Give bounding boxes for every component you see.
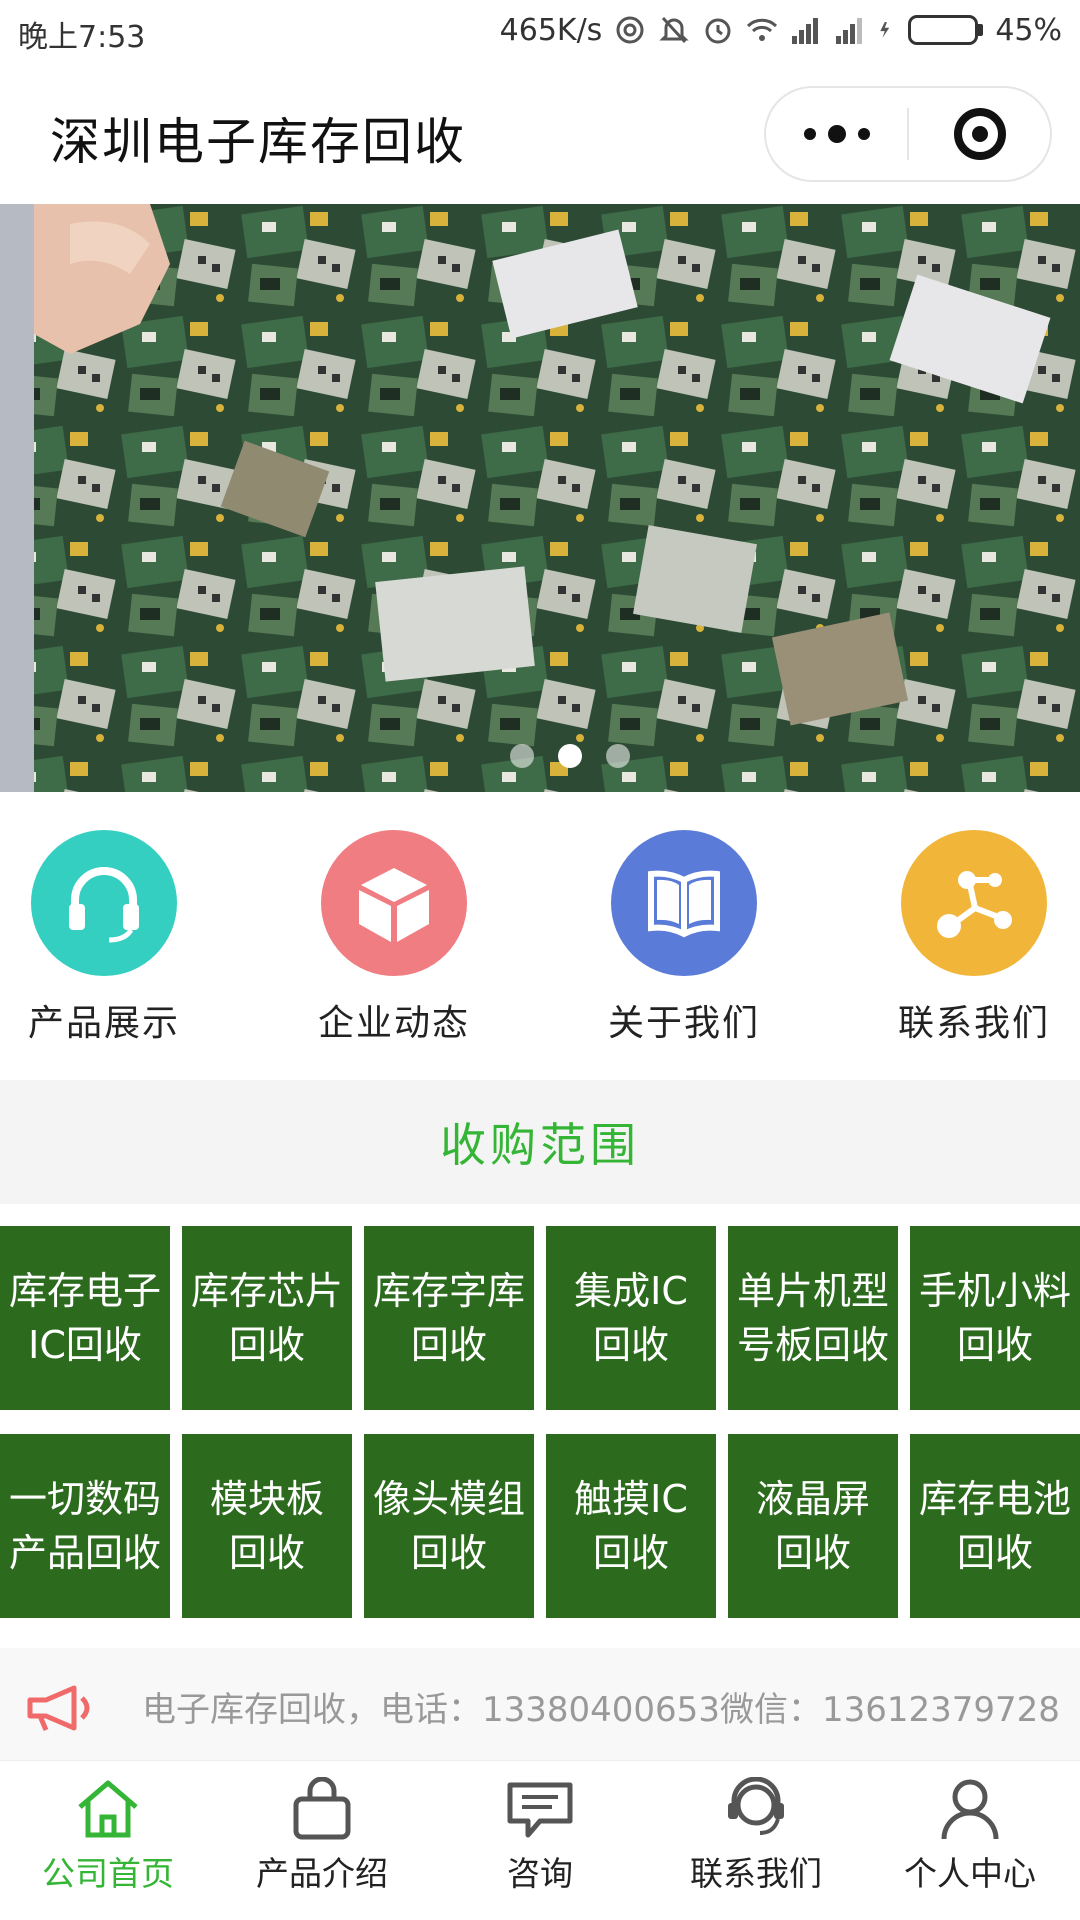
megaphone-icon xyxy=(27,1685,90,1731)
category-tile[interactable]: 触摸IC 回收 xyxy=(546,1434,716,1618)
mini-program-capsule xyxy=(764,86,1052,182)
mute-bell-icon xyxy=(659,16,689,44)
tab-contact[interactable]: 联系我们 xyxy=(656,1777,856,1895)
category-tile[interactable]: 库存字库 回收 xyxy=(364,1226,534,1410)
tile-line: 库存字库 xyxy=(372,1269,525,1313)
tile-line: 像头模组 xyxy=(372,1477,525,1521)
section-header: 收购范围 xyxy=(0,1080,1080,1204)
status-right: 465K/s 45% xyxy=(500,10,1062,50)
tab-label: 咨询 xyxy=(507,1854,573,1893)
page-title: 深圳电子库存回收 xyxy=(50,113,466,171)
tile-line: 集成IC xyxy=(574,1269,688,1313)
signal-icon xyxy=(792,18,819,44)
tile-line: 库存芯片 xyxy=(190,1269,343,1313)
category-tile[interactable]: 库存芯片 回收 xyxy=(182,1226,352,1410)
nav-item-contact[interactable]: 联系我们 xyxy=(874,830,1074,1046)
status-time: 晚上7:53 xyxy=(18,20,146,55)
battery-icon xyxy=(908,15,984,45)
category-tile[interactable]: 集成IC 回收 xyxy=(546,1226,716,1410)
more-dots-icon xyxy=(803,125,870,143)
indicator-dot[interactable] xyxy=(510,744,534,768)
status-bar: 晚上7:53 465K/s 45% xyxy=(0,0,1080,62)
tile-line: 手机小料 xyxy=(918,1269,1071,1313)
target-icon xyxy=(953,108,1006,160)
tab-consult[interactable]: 咨询 xyxy=(440,1777,640,1895)
tile-line: 回收 xyxy=(956,1323,1033,1367)
tab-home[interactable]: 公司首页 xyxy=(8,1777,208,1895)
tab-label: 联系我们 xyxy=(690,1854,822,1893)
tab-products[interactable]: 产品介绍 xyxy=(222,1777,422,1895)
nav-label: 联系我们 xyxy=(897,1003,1050,1044)
tile-line: 触摸IC xyxy=(574,1477,688,1521)
chat-icon xyxy=(507,1782,573,1838)
tile-line: 回收 xyxy=(592,1531,669,1575)
tile-line: 号板回收 xyxy=(736,1323,889,1367)
category-tile[interactable]: 模块板 回收 xyxy=(182,1434,352,1618)
carousel-indicators xyxy=(0,744,1080,768)
headset-icon xyxy=(31,830,177,976)
tile-line: 回收 xyxy=(410,1323,487,1367)
tile-line: 回收 xyxy=(228,1323,305,1367)
tile-line: 模块板 xyxy=(209,1477,324,1521)
nav-item-products[interactable]: 产品展示 xyxy=(4,830,204,1046)
nav-item-news[interactable]: 企业动态 xyxy=(294,830,494,1046)
more-button[interactable] xyxy=(766,88,907,180)
tile-line: 单片机型 xyxy=(736,1269,889,1313)
notice-bar[interactable]: 电子库存回收，电话：13380400653微信：13612379728 xyxy=(0,1648,1080,1760)
signal-icon-2 xyxy=(836,18,863,44)
book-icon xyxy=(611,830,757,976)
home-icon xyxy=(78,1780,138,1838)
banner-image xyxy=(0,204,1080,792)
tile-line: 一切数码 xyxy=(8,1477,161,1521)
category-tile[interactable]: 库存电子 IC回收 xyxy=(0,1226,170,1410)
user-icon xyxy=(941,1779,999,1840)
tab-label: 公司首页 xyxy=(42,1854,174,1893)
tile-line: 产品回收 xyxy=(8,1531,161,1575)
indicator-dot[interactable] xyxy=(606,744,630,768)
nav-label: 关于我们 xyxy=(607,1003,760,1044)
nav-label: 企业动态 xyxy=(317,1003,470,1044)
nav-label: 产品展示 xyxy=(27,1003,180,1044)
hotspot-icon xyxy=(616,16,644,44)
nav-icons: 产品展示 企业动态 关于我们 联系我们 xyxy=(0,792,1080,1080)
wifi-icon xyxy=(747,18,778,41)
tile-line: 回收 xyxy=(592,1323,669,1367)
category-tile[interactable]: 像头模组 回收 xyxy=(364,1434,534,1618)
tile-line: 回收 xyxy=(410,1531,487,1575)
tile-line: 库存电子 xyxy=(8,1269,161,1313)
tile-line: 液晶屏 xyxy=(755,1477,870,1521)
tab-profile[interactable]: 个人中心 xyxy=(870,1777,1070,1895)
tile-line: 回收 xyxy=(228,1531,305,1575)
share-icon xyxy=(901,830,1047,976)
charging-icon xyxy=(880,22,890,38)
tab-label: 个人中心 xyxy=(904,1854,1036,1893)
category-tile[interactable]: 库存电池 回收 xyxy=(910,1434,1080,1618)
network-speed: 465K/s xyxy=(499,12,603,48)
notice-text: 电子库存回收，电话：13380400653微信：13612379728 xyxy=(142,1690,1060,1730)
banner-carousel[interactable] xyxy=(0,204,1080,792)
tile-line: 回收 xyxy=(956,1531,1033,1575)
tile-line: IC回收 xyxy=(28,1323,142,1367)
tile-line: 回收 xyxy=(774,1531,851,1575)
indicator-dot[interactable] xyxy=(558,744,582,768)
category-tile[interactable]: 单片机型 号板回收 xyxy=(728,1226,898,1410)
tab-bar: 公司首页 产品介绍 咨询 联系我们 个人中心 xyxy=(0,1760,1080,1920)
alarm-icon xyxy=(705,18,731,44)
battery-percent: 45% xyxy=(995,12,1062,48)
section-title: 收购范围 xyxy=(440,1118,640,1172)
support-icon xyxy=(728,1777,784,1835)
title-bar: 深圳电子库存回收 xyxy=(0,62,1080,202)
category-tile[interactable]: 一切数码 产品回收 xyxy=(0,1434,170,1618)
tile-line: 库存电池 xyxy=(918,1477,1071,1521)
category-tile[interactable]: 液晶屏 回收 xyxy=(728,1434,898,1618)
cube-icon xyxy=(321,830,467,976)
category-tile[interactable]: 手机小料 回收 xyxy=(910,1226,1080,1410)
nav-item-about[interactable]: 关于我们 xyxy=(584,830,784,1046)
tab-label: 产品介绍 xyxy=(256,1854,388,1893)
close-button[interactable] xyxy=(909,88,1050,180)
bag-icon xyxy=(293,1777,351,1840)
